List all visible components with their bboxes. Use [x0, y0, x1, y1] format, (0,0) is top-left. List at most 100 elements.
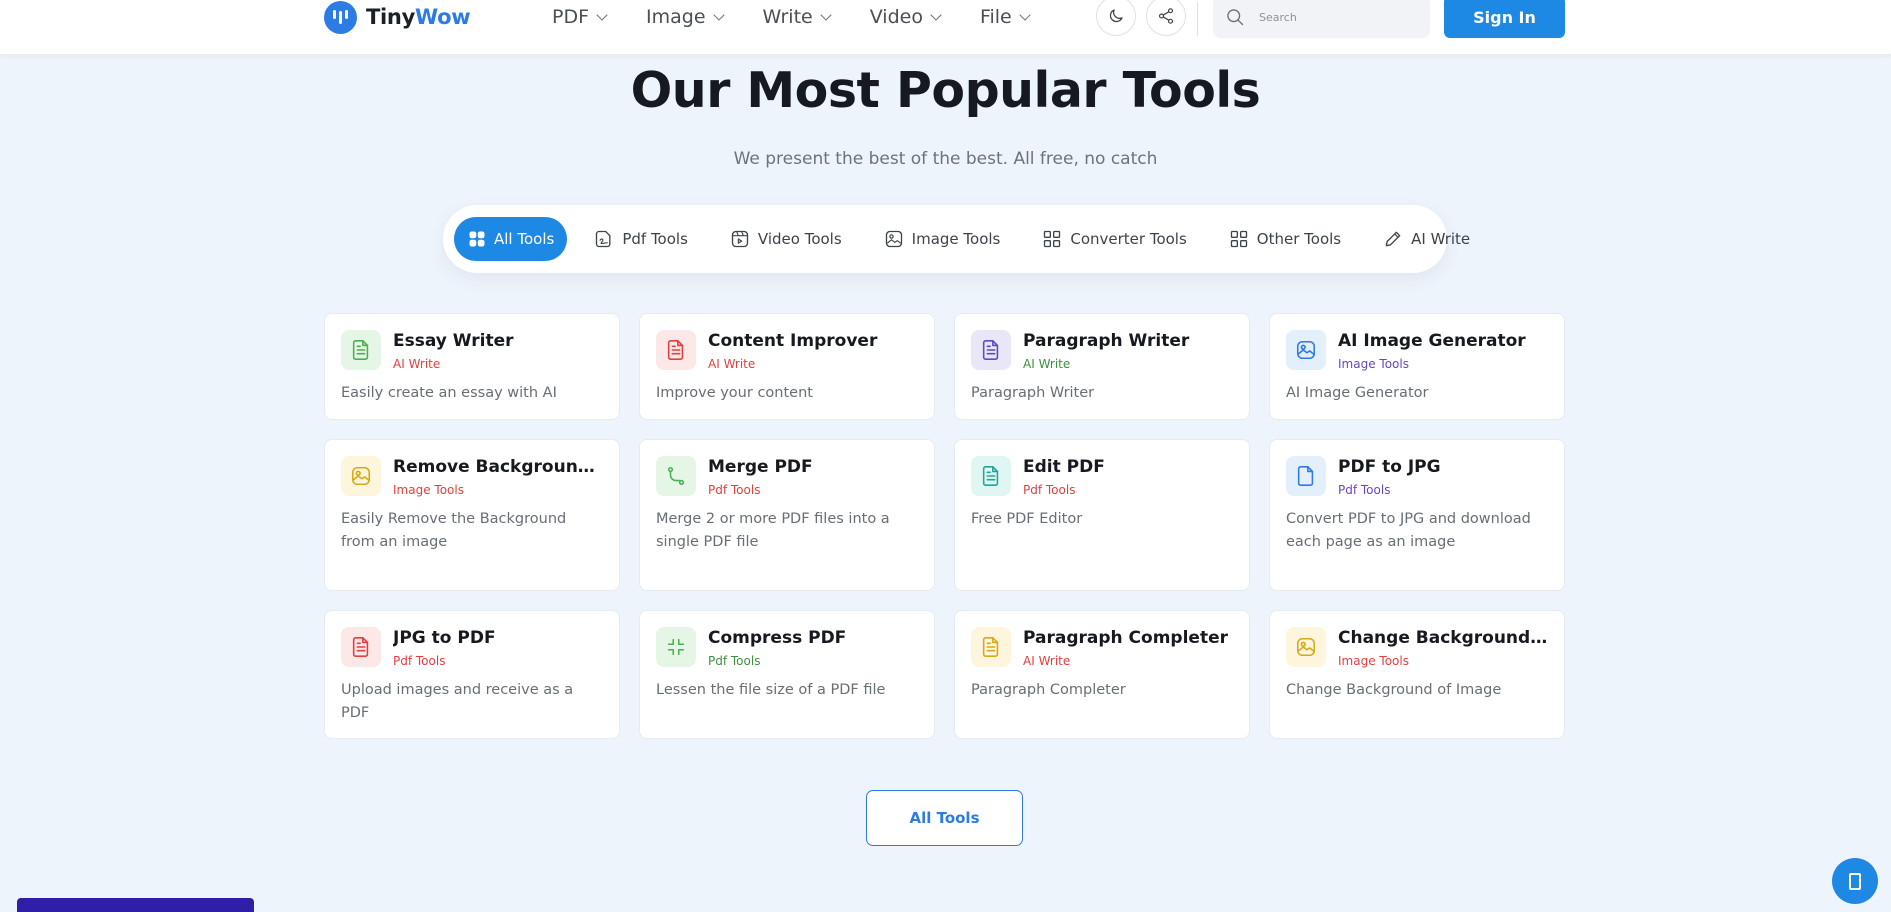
card-category: Image Tools [393, 483, 464, 497]
tool-card-content-improver[interactable]: Content Improver AI Write Improve your c… [639, 313, 935, 420]
tool-card-change-background[interactable]: Change Background... Image Tools Change … [1269, 610, 1565, 739]
nav-write[interactable]: Write [762, 6, 832, 28]
logo-text-wow: Wow [414, 5, 471, 29]
card-title: Paragraph Writer [1023, 331, 1190, 351]
document-icon [971, 330, 1011, 370]
card-description: Lessen the file size of a PDF file [656, 682, 886, 698]
card-category: Pdf Tools [708, 654, 761, 668]
tab-label: Other Tools [1256, 230, 1342, 248]
document-icon [341, 627, 381, 667]
tool-card-compress-pdf[interactable]: Compress PDF Pdf Tools Lessen the file s… [639, 610, 935, 739]
card-description: Easily Remove the Background from an ima… [341, 511, 567, 550]
logo-text-tiny: Tiny [366, 5, 415, 29]
logo[interactable]: TinyWow [324, 0, 471, 34]
nav-pdf[interactable]: PDF [552, 6, 608, 28]
file-icon [1286, 456, 1326, 496]
category-tabs: All Tools Pdf Tools Video Tools Image To… [443, 205, 1470, 273]
tab-other-tools[interactable]: Other Tools [1214, 217, 1356, 261]
compress-icon [656, 627, 696, 667]
card-title: Change Background... [1338, 628, 1548, 648]
logo-icon [324, 0, 357, 34]
nav-label: Write [762, 6, 813, 28]
nav-label: File [979, 6, 1012, 28]
tool-card-jpg-to-pdf[interactable]: JPG to PDF Pdf Tools Upload images and r… [324, 610, 620, 739]
chevron-down-icon [820, 8, 832, 21]
document-icon [656, 330, 696, 370]
tab-label: Pdf Tools [622, 230, 688, 248]
nav-image[interactable]: Image [646, 6, 725, 28]
tool-card-paragraph-completer[interactable]: Paragraph Completer AI Write Paragraph C… [954, 610, 1250, 739]
top-navbar: TinyWow PDF Image Write Video File Sign … [0, 0, 1891, 54]
nav-label: PDF [552, 6, 590, 28]
card-title: Merge PDF [708, 457, 813, 477]
document-icon [971, 627, 1011, 667]
image-icon [1286, 330, 1326, 370]
merge-icon [656, 456, 696, 496]
card-title: Compress PDF [708, 628, 847, 648]
tab-pdf-tools[interactable]: Pdf Tools [579, 217, 703, 261]
card-category: Pdf Tools [1023, 483, 1076, 497]
card-category: Image Tools [1338, 357, 1409, 371]
tab-all-tools[interactable]: All Tools [454, 217, 568, 261]
card-category: Pdf Tools [708, 483, 761, 497]
tool-card-pdf-to-jpg[interactable]: PDF to JPG Pdf Tools Convert PDF to JPG … [1269, 439, 1565, 591]
card-title: PDF to JPG [1338, 457, 1441, 477]
tab-image-tools[interactable]: Image Tools [869, 217, 1016, 261]
search-input[interactable] [1259, 10, 1409, 24]
video-icon [731, 230, 749, 248]
card-description: Merge 2 or more PDF files into a single … [656, 511, 890, 550]
card-description: Upload images and receive as a PDF [341, 682, 574, 721]
card-category: AI Write [1023, 357, 1071, 371]
chevron-down-icon [930, 8, 942, 21]
image-icon [885, 230, 902, 248]
header-divider [1197, 2, 1198, 36]
page-title: Our Most Popular Tools [630, 62, 1261, 119]
search-box[interactable] [1213, 0, 1430, 38]
card-description: Improve your content [656, 385, 813, 401]
tab-label: Image Tools [911, 230, 1001, 248]
bottom-banner[interactable] [17, 898, 254, 912]
card-title: Edit PDF [1023, 457, 1105, 477]
logo-text: TinyWow [366, 5, 471, 29]
share-button[interactable] [1146, 0, 1186, 36]
card-category: AI Write [708, 357, 756, 371]
tool-card-remove-background[interactable]: Remove Background... Image Tools Easily … [324, 439, 620, 591]
nav-file[interactable]: File [979, 6, 1031, 28]
tool-card-paragraph-writer[interactable]: Paragraph Writer AI Write Paragraph Writ… [954, 313, 1250, 420]
theme-toggle-button[interactable] [1096, 0, 1136, 36]
tool-card-edit-pdf[interactable]: Edit PDF Pdf Tools Free PDF Editor [954, 439, 1250, 591]
sign-in-button[interactable]: Sign In [1444, 0, 1565, 38]
pencil-icon [1385, 231, 1401, 247]
nav-label: Video [869, 6, 923, 28]
converter-grid-icon [1044, 230, 1061, 248]
tool-card-ai-image-generator[interactable]: AI Image Generator Image Tools AI Image … [1269, 313, 1565, 420]
document-icon [971, 456, 1011, 496]
card-category: Image Tools [1338, 654, 1409, 668]
floating-action-button[interactable] [1832, 858, 1878, 904]
tab-ai-write[interactable]: AI Write [1368, 217, 1485, 261]
grid-icon [469, 231, 485, 247]
tool-card-merge-pdf[interactable]: Merge PDF Pdf Tools Merge 2 or more PDF … [639, 439, 935, 591]
all-tools-button[interactable]: All Tools [866, 790, 1023, 846]
card-title: Content Improver [708, 331, 878, 351]
page-subtitle: We present the best of the best. All fre… [733, 149, 1158, 169]
pdf-doc-icon [596, 230, 611, 248]
tools-grid: Essay Writer AI Write Easily create an e… [324, 313, 1566, 739]
main-nav: PDF Image Write Video File [552, 0, 1069, 34]
nav-video[interactable]: Video [869, 6, 942, 28]
card-title: JPG to PDF [393, 628, 496, 648]
card-category: Pdf Tools [393, 654, 446, 668]
card-description: Free PDF Editor [971, 511, 1083, 527]
tab-label: Video Tools [757, 230, 842, 248]
chevron-down-icon [596, 8, 608, 21]
tab-label: Converter Tools [1070, 230, 1187, 248]
other-grid-icon [1230, 230, 1247, 248]
chevron-down-icon [1019, 8, 1031, 21]
tab-video-tools[interactable]: Video Tools [715, 217, 857, 261]
nav-label: Image [646, 6, 706, 28]
card-category: Pdf Tools [1338, 483, 1391, 497]
tab-converter-tools[interactable]: Converter Tools [1027, 217, 1201, 261]
card-category: AI Write [393, 357, 441, 371]
tool-card-essay-writer[interactable]: Essay Writer AI Write Easily create an e… [324, 313, 620, 420]
moon-icon [1109, 9, 1123, 23]
